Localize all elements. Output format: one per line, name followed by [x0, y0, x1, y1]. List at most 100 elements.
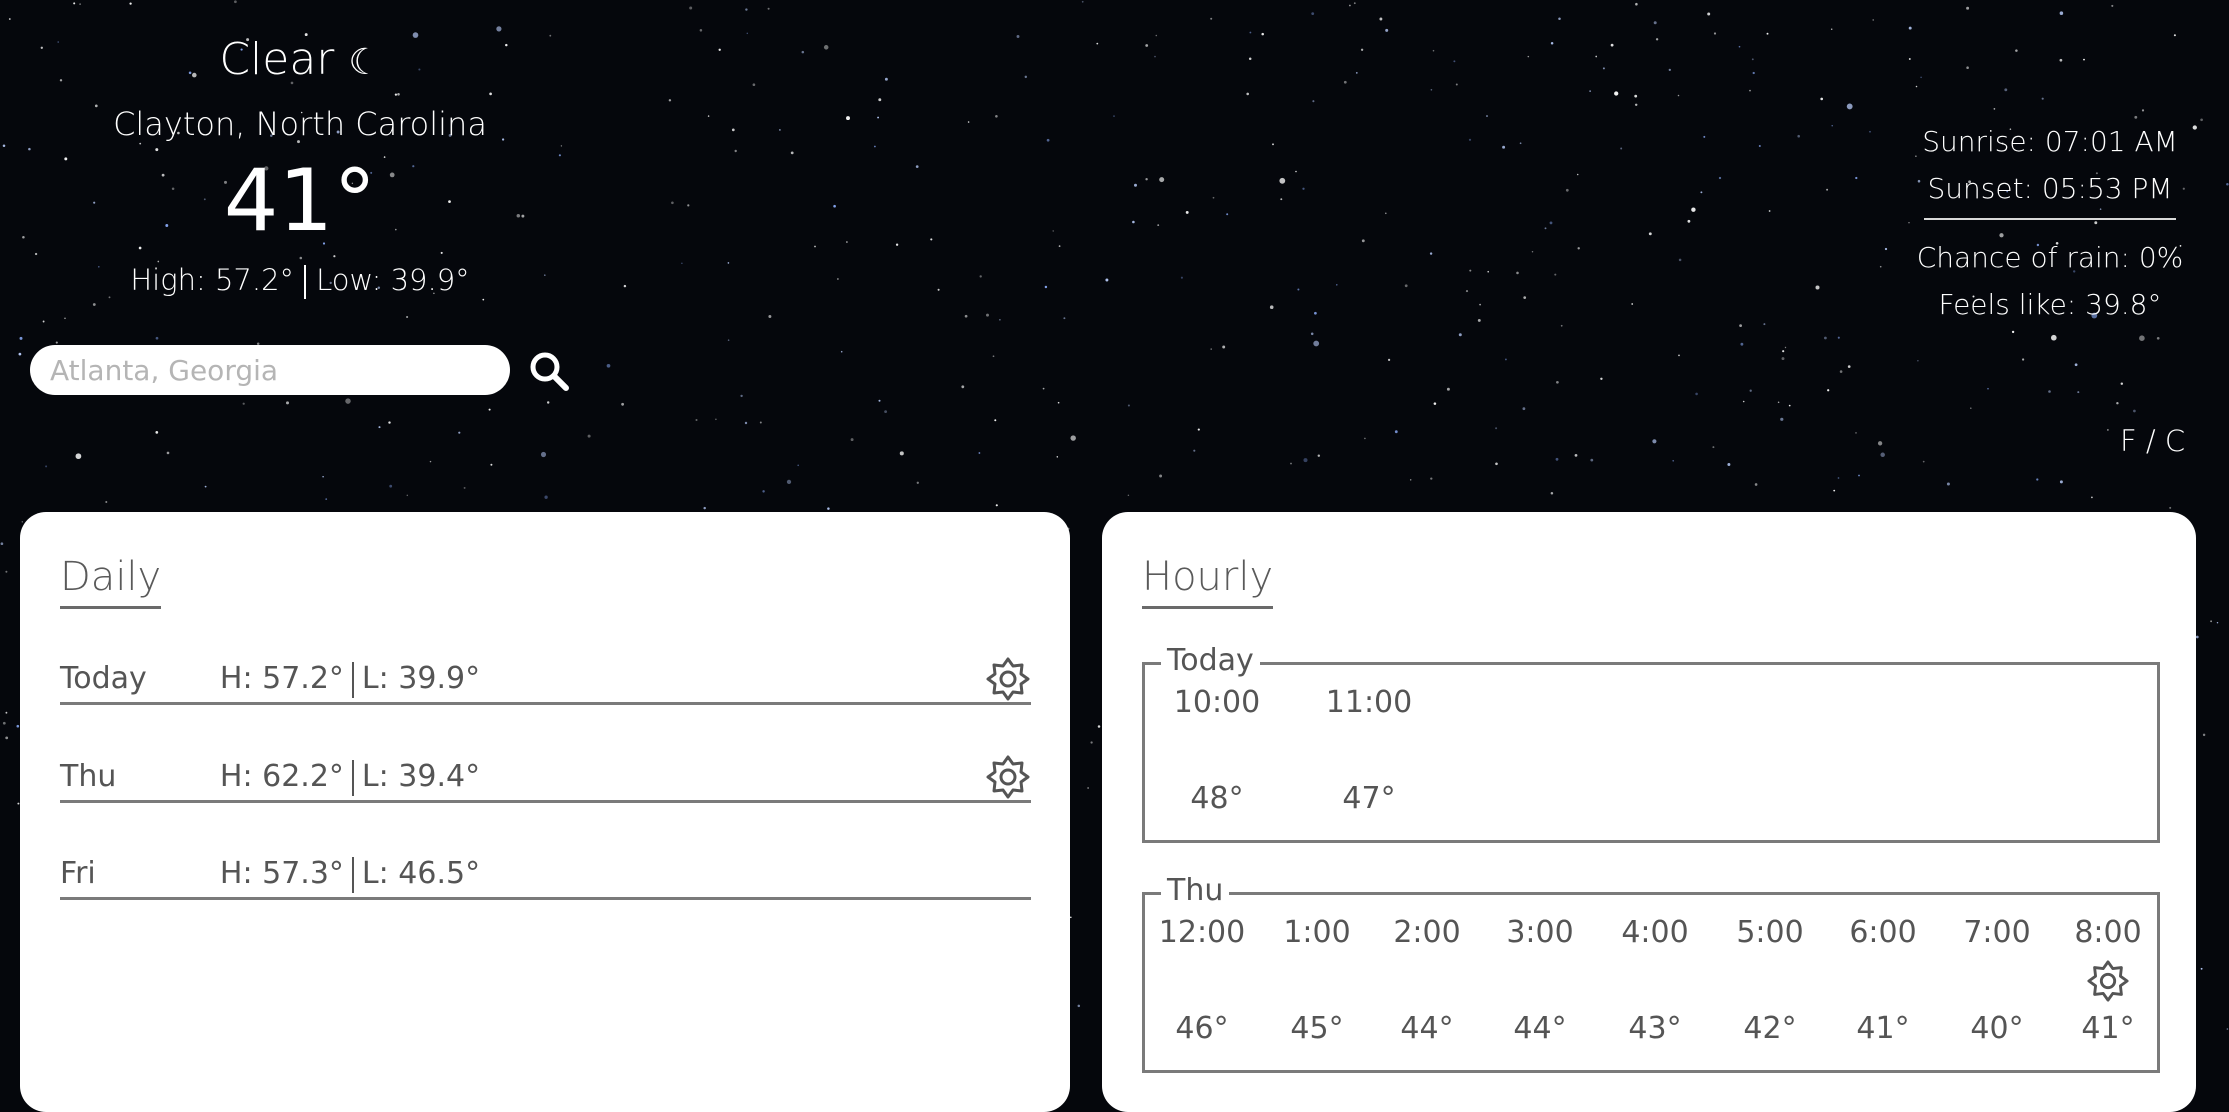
star [915, 165, 919, 168]
star [1574, 454, 1578, 457]
star [671, 201, 674, 205]
star [1751, 58, 1754, 61]
star [1713, 32, 1717, 35]
star [1222, 345, 1226, 349]
star [1837, 336, 1840, 339]
star [878, 98, 882, 102]
star [1527, 55, 1530, 58]
star [129, 2, 132, 5]
star [1246, 92, 1249, 96]
star [1024, 75, 1028, 79]
day-divider [351, 856, 354, 893]
star [1700, 191, 1703, 194]
star [1610, 43, 1614, 47]
star [1576, 173, 1579, 176]
star [1063, 317, 1066, 320]
star [734, 149, 737, 153]
star [1317, 454, 1321, 457]
star [1754, 483, 1758, 486]
hour-temp: 43° [1628, 1011, 1682, 1046]
star [1193, 449, 1196, 452]
search-icon[interactable] [526, 348, 572, 394]
star [2133, 409, 2136, 413]
star [1145, 177, 1148, 181]
star [19, 336, 23, 340]
star [5, 711, 8, 714]
sun-icon [985, 754, 1031, 800]
day-high: H: 57.3° [219, 856, 344, 891]
star [767, 7, 770, 10]
star [1869, 130, 1871, 133]
star [75, 453, 82, 460]
star [2083, 58, 2085, 61]
star [1634, 94, 1638, 98]
star [1752, 71, 1755, 75]
star [994, 419, 997, 422]
star [1127, 404, 1130, 407]
star [1502, 145, 1506, 149]
star [488, 408, 491, 411]
star [1404, 284, 1408, 288]
star [2139, 335, 2145, 342]
star [388, 421, 391, 424]
star [801, 50, 805, 54]
search-input[interactable] [30, 345, 510, 395]
star [1385, 28, 1389, 32]
star [759, 421, 762, 424]
day-divider [351, 759, 354, 796]
star [814, 245, 816, 248]
star [2226, 183, 2229, 186]
star [846, 241, 848, 243]
star [1781, 357, 1785, 361]
star [1495, 462, 1498, 466]
star [5, 570, 8, 573]
star [1290, 462, 1292, 465]
star [1058, 245, 1061, 247]
star [8, 18, 11, 20]
star [874, 145, 876, 148]
star [1777, 401, 1780, 404]
hour-time: 12:00 [1158, 915, 1246, 950]
star [1387, 358, 1391, 362]
star [1784, 346, 1787, 349]
star [1768, 210, 1771, 212]
star [964, 314, 968, 318]
star [1788, 404, 1791, 407]
star [1465, 290, 1469, 293]
hourly-group-label: Thu [1161, 873, 1230, 908]
star [155, 431, 159, 434]
star [1830, 28, 1833, 31]
feels-like-label: Feels like: 39.8° [1938, 288, 2162, 321]
star [1385, 212, 1387, 215]
star [606, 363, 611, 368]
star [1653, 21, 1657, 25]
star [1824, 336, 1827, 340]
conditions-info: Sunrise: 07:01 AM Sunset: 05:53 PM Chanc… [1900, 118, 2200, 328]
star [2059, 480, 2063, 484]
star [234, 0, 237, 4]
star [21, 521, 24, 523]
hour-time: 1:00 [1283, 915, 1351, 950]
star [1749, 89, 1751, 92]
star [1312, 100, 1315, 103]
hour-time: 5:00 [1736, 915, 1804, 950]
daily-panel: Daily Today H: 57.2° L: 39.9° Thu H: 62.2… [20, 512, 1070, 1112]
star [837, 278, 839, 280]
star [2015, 49, 2018, 52]
hour-temp: 47° [1342, 781, 1396, 816]
hour-time: 4:00 [1621, 915, 1689, 950]
star [64, 317, 66, 320]
unit-toggle[interactable]: F / C [2120, 424, 2185, 458]
star [1523, 296, 1527, 299]
star [1915, 85, 1918, 88]
hour-time: 6:00 [1849, 915, 1917, 950]
star [1635, 2, 1638, 6]
hourly-group-today: Today 10:00 48° 11:00 47° [1142, 643, 2160, 843]
star [1652, 439, 1657, 444]
star [1052, 230, 1054, 232]
star [1261, 32, 1264, 36]
star [681, 262, 683, 265]
star [668, 99, 672, 102]
star [1361, 239, 1365, 243]
star [1837, 477, 1840, 479]
